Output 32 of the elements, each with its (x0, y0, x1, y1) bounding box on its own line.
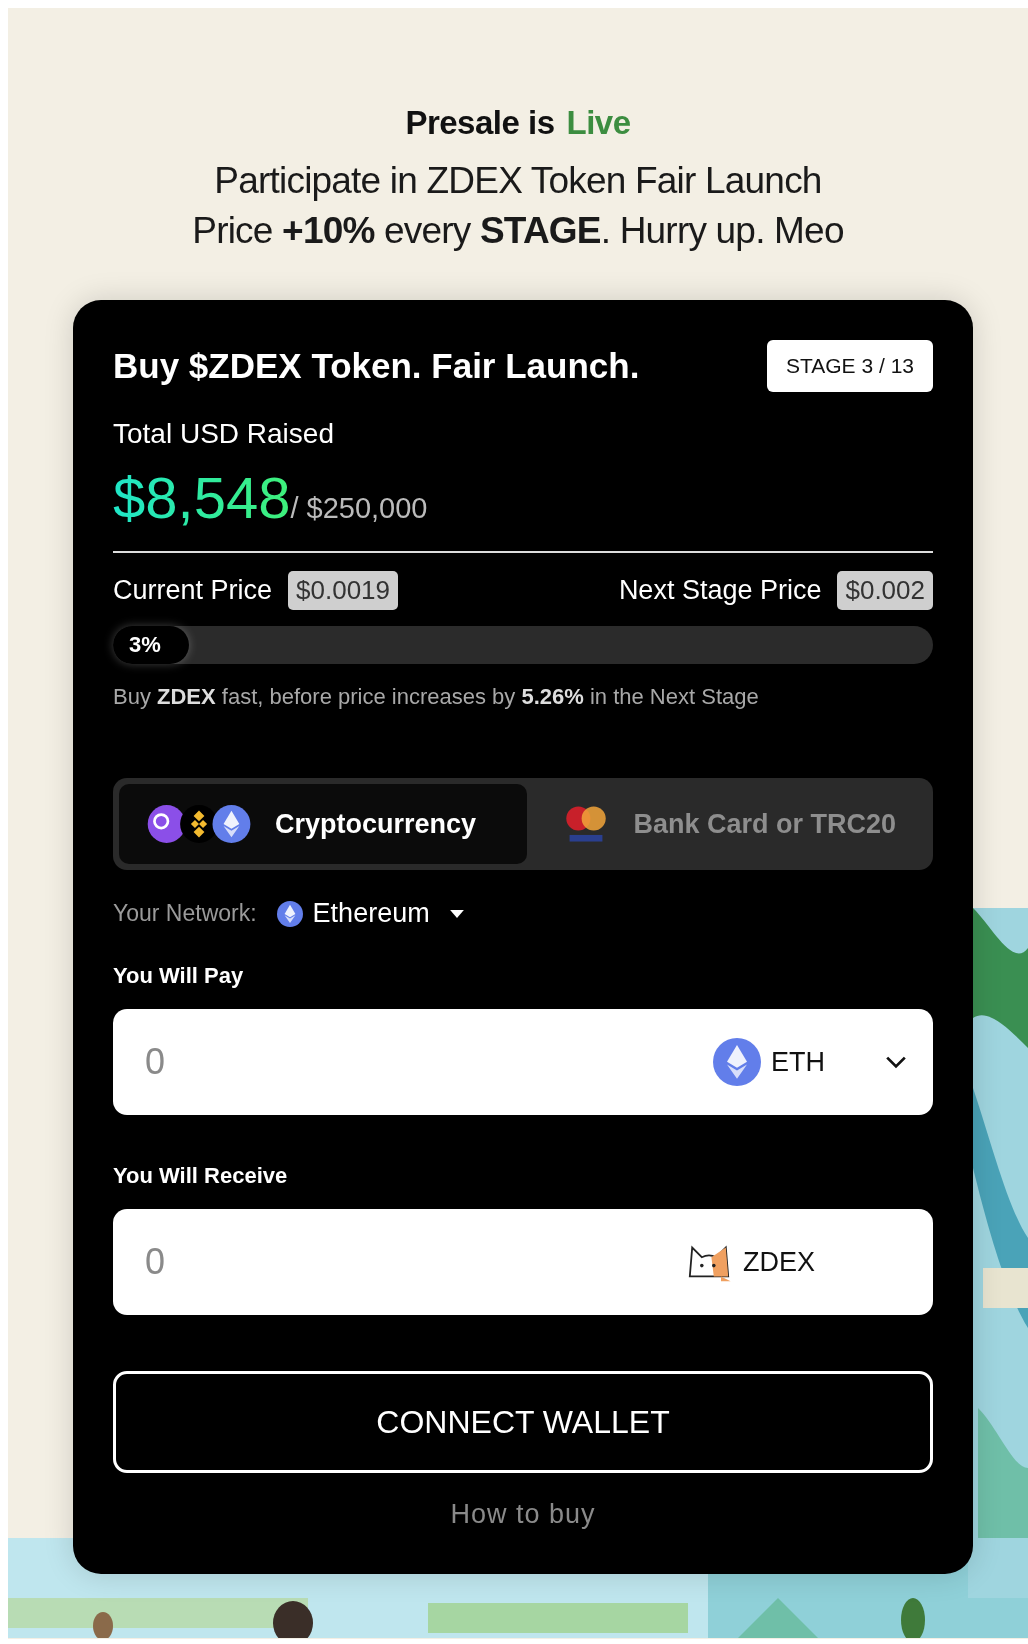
caret-icon (449, 909, 464, 918)
payment-tab[interactable]: Cryptocurrency (119, 784, 528, 864)
subtitle-text: Participate in ZDEX Token Fair Launch (213, 159, 823, 203)
price-label: Next Stage Price (618, 575, 822, 606)
connect-wallet-button[interactable]: CONNECT WALLET (113, 1371, 933, 1473)
currency-label: ETH (771, 1046, 825, 1078)
ethereum-icon (276, 900, 303, 927)
info-text: Buy ZDEX fast, before price increases by 5.26% in the Next Stage (113, 684, 760, 710)
price-label: Current Price (113, 575, 273, 606)
network-selector[interactable]: Ethereum (276, 898, 464, 929)
network-label: Your Network: (113, 900, 257, 927)
progress-pill: 3% (113, 626, 189, 664)
currency-label: ZDEX (743, 1246, 815, 1278)
subtitle-text: Price +10% every STAGE. Hurry up. Meo (191, 209, 845, 253)
chevron-down-icon (885, 1055, 907, 1069)
amount-input[interactable]: 0 (145, 1241, 685, 1283)
stage-badge: STAGE 3 / 13 (767, 340, 933, 392)
field-label: You Will Receive (113, 1163, 289, 1189)
card-title: Buy $ZDEX Token. Fair Launch. (113, 346, 640, 386)
amount-field[interactable]: 0 ETH (113, 1009, 933, 1115)
payment-tab[interactable]: Bank Card or TRC20 (535, 784, 927, 864)
amount-input[interactable]: 0 (145, 1041, 713, 1083)
ethereum-icon (713, 1038, 761, 1086)
field-label: You Will Pay (113, 963, 245, 989)
price-badge: $0.002 (837, 571, 933, 610)
headline-text: Presale is (405, 104, 555, 142)
raised-label: Total USD Raised (113, 418, 335, 450)
how-to-buy-link[interactable]: How to buy (450, 1499, 596, 1530)
amount-field[interactable]: 0 ZDEX (113, 1209, 933, 1315)
target-amount: / $250,000 (290, 492, 428, 524)
price-badge: $0.0019 (288, 571, 399, 610)
live-label: Live (566, 104, 631, 142)
